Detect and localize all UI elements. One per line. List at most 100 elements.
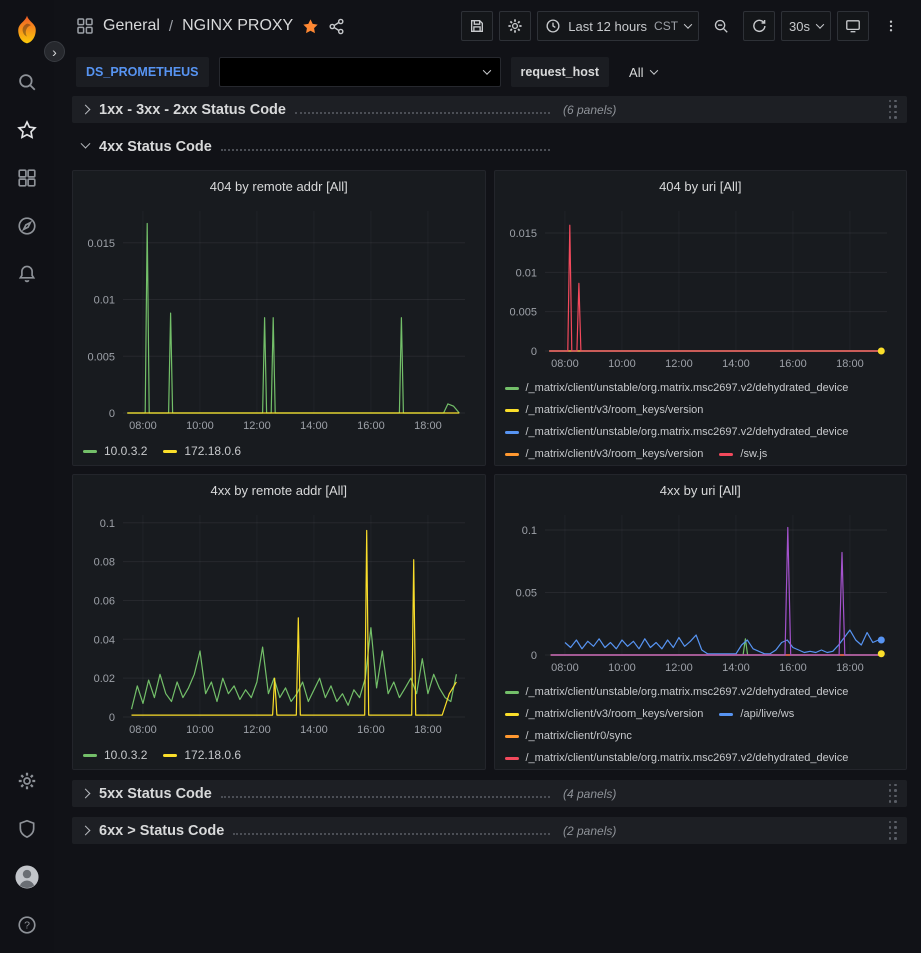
legend-label: /_matrix/client/r0/sync: [526, 726, 632, 747]
alerting-bell-icon[interactable]: [0, 250, 54, 298]
legend-label: 172.18.0.6: [184, 745, 241, 766]
timeseries-chart[interactable]: 00.050.108:0010:0012:0014:0016:0018:00: [499, 505, 903, 679]
search-icon[interactable]: [0, 58, 54, 106]
explore-compass-icon[interactable]: [0, 202, 54, 250]
svg-text:08:00: 08:00: [551, 358, 579, 370]
dashboard-settings-button[interactable]: [499, 11, 531, 41]
legend-row: /_matrix/client/v3/room_keys/version/api…: [505, 703, 897, 725]
starred-dashboards-icon[interactable]: [0, 106, 54, 154]
svg-text:14:00: 14:00: [722, 662, 750, 674]
svg-text:0: 0: [109, 712, 115, 724]
panel-title[interactable]: 404 by remote addr [All]: [73, 171, 485, 201]
user-avatar[interactable]: [0, 853, 54, 901]
svg-text:16:00: 16:00: [779, 358, 807, 370]
row-title: 5xx Status Code: [99, 786, 212, 802]
row-drag-handle[interactable]: [887, 98, 900, 122]
request-host-variable-value[interactable]: All: [619, 57, 667, 87]
help-icon[interactable]: ?: [0, 901, 54, 949]
dashboards-icon[interactable]: [0, 154, 54, 202]
grafana-logo[interactable]: [12, 8, 42, 52]
chart-legend: /_matrix/client/unstable/org.matrix.msc2…: [495, 375, 907, 465]
timeseries-chart[interactable]: 00.0050.010.01508:0010:0012:0014:0016:00…: [499, 201, 903, 375]
svg-text:0.08: 0.08: [94, 557, 115, 569]
svg-text:08:00: 08:00: [129, 420, 157, 432]
refresh-icon: [751, 18, 767, 34]
server-admin-gear-icon[interactable]: [0, 757, 54, 805]
refresh-interval-dropdown[interactable]: 30s: [781, 11, 831, 41]
tv-mode-button[interactable]: [837, 11, 869, 41]
svg-text:10:00: 10:00: [186, 724, 214, 736]
panel-404-by-uri: 404 by uri [All] 00.0050.010.01508:0010:…: [494, 170, 908, 466]
chart-legend: 10.0.3.2 172.18.0.6: [73, 437, 485, 465]
legend-item[interactable]: /api/live/ws: [719, 704, 794, 725]
legend-item[interactable]: 10.0.3.2: [83, 745, 147, 766]
svg-text:0.06: 0.06: [94, 595, 115, 607]
save-icon: [469, 18, 485, 34]
svg-text:16:00: 16:00: [357, 724, 385, 736]
legend-item[interactable]: /_matrix/client/v3/room_keys/version: [505, 400, 704, 421]
refresh-button[interactable]: [743, 11, 775, 41]
datasource-variable-label[interactable]: DS_PROMETHEUS: [76, 57, 209, 87]
legend-item[interactable]: 172.18.0.6: [163, 745, 241, 766]
legend-swatch-icon: [83, 450, 97, 453]
request-host-value-text: All: [629, 65, 643, 80]
svg-text:18:00: 18:00: [836, 358, 864, 370]
request-host-variable-label: request_host: [511, 57, 610, 87]
favorite-star-icon[interactable]: [302, 18, 319, 35]
legend-item[interactable]: /_matrix/client/unstable/org.matrix.msc2…: [505, 748, 849, 769]
row-5xx[interactable]: 5xx Status Code (4 panels): [72, 780, 907, 807]
legend-item[interactable]: /_matrix/client/unstable/org.matrix.msc2…: [505, 378, 849, 399]
panel-4xx-by-remote-addr: 4xx by remote addr [All] 00.020.040.060.…: [72, 474, 486, 770]
zoom-out-button[interactable]: [705, 11, 737, 41]
zoom-out-icon: [713, 18, 729, 34]
svg-text:12:00: 12:00: [243, 420, 271, 432]
legend-item[interactable]: /_matrix/client/v3/room_keys/version: [505, 704, 704, 725]
legend-row: /_matrix/client/v3/room_keys/version: [505, 399, 897, 421]
legend-swatch-icon: [505, 735, 519, 738]
panel-title[interactable]: 4xx by uri [All]: [495, 475, 907, 505]
timeseries-chart[interactable]: 00.0050.010.01508:0010:0012:0014:0016:00…: [77, 201, 481, 437]
legend-swatch-icon: [505, 691, 519, 694]
row-4xx[interactable]: 4xx Status Code: [72, 133, 907, 160]
legend-swatch-icon: [719, 713, 733, 716]
legend-item[interactable]: /_matrix/client/unstable/org.matrix.msc2…: [505, 682, 849, 703]
admin-shield-icon[interactable]: [0, 805, 54, 853]
legend-label: /_matrix/client/unstable/org.matrix.msc2…: [526, 682, 849, 703]
sidebar-expand-toggle[interactable]: ›: [44, 41, 65, 62]
timezone-label: CST: [654, 19, 678, 33]
chart-legend: 10.0.3.2 172.18.0.6: [73, 741, 485, 769]
svg-text:0.02: 0.02: [94, 673, 115, 685]
save-dashboard-button[interactable]: [461, 11, 493, 41]
panel-title[interactable]: 4xx by remote addr [All]: [73, 475, 485, 505]
variables-bar: DS_PROMETHEUS request_host All: [54, 52, 921, 92]
legend-item[interactable]: 172.18.0.6: [163, 441, 241, 462]
row-1xx-3xx-2xx[interactable]: 1xx - 3xx - 2xx Status Code (6 panels): [72, 96, 907, 123]
gear-icon: [507, 18, 523, 34]
share-icon[interactable]: [328, 18, 345, 35]
chevron-down-icon: [816, 20, 824, 28]
panel-title[interactable]: 404 by uri [All]: [495, 171, 907, 201]
legend-item[interactable]: /sw.js: [719, 444, 767, 465]
breadcrumb-folder[interactable]: General: [103, 17, 160, 35]
svg-text:18:00: 18:00: [414, 724, 442, 736]
timeseries-chart[interactable]: 00.020.040.060.080.108:0010:0012:0014:00…: [77, 505, 481, 741]
time-range-picker[interactable]: Last 12 hours CST: [537, 11, 699, 41]
datasource-variable-value[interactable]: [219, 57, 501, 87]
row-drag-handle[interactable]: [887, 819, 900, 843]
row-6xx[interactable]: 6xx > Status Code (2 panels): [72, 817, 907, 844]
legend-swatch-icon: [163, 450, 177, 453]
legend-label: 172.18.0.6: [184, 441, 241, 462]
legend-item[interactable]: /_matrix/client/unstable/org.matrix.msc2…: [505, 422, 849, 443]
kebab-menu-button[interactable]: [875, 11, 907, 41]
svg-text:0.005: 0.005: [509, 307, 537, 319]
legend-item[interactable]: 10.0.3.2: [83, 441, 147, 462]
panel-grid: 404 by remote addr [All] 00.0050.010.015…: [72, 170, 907, 770]
row-drag-handle[interactable]: [887, 782, 900, 806]
clock-icon: [545, 18, 561, 34]
legend-item[interactable]: /_matrix/client/v3/room_keys/version: [505, 444, 704, 465]
legend-item[interactable]: /_matrix/client/r0/sync: [505, 726, 632, 747]
svg-text:14:00: 14:00: [300, 724, 328, 736]
legend-label: /_matrix/client/unstable/org.matrix.msc2…: [526, 748, 849, 769]
legend-swatch-icon: [83, 754, 97, 757]
row-dotted-leader: [221, 149, 550, 151]
